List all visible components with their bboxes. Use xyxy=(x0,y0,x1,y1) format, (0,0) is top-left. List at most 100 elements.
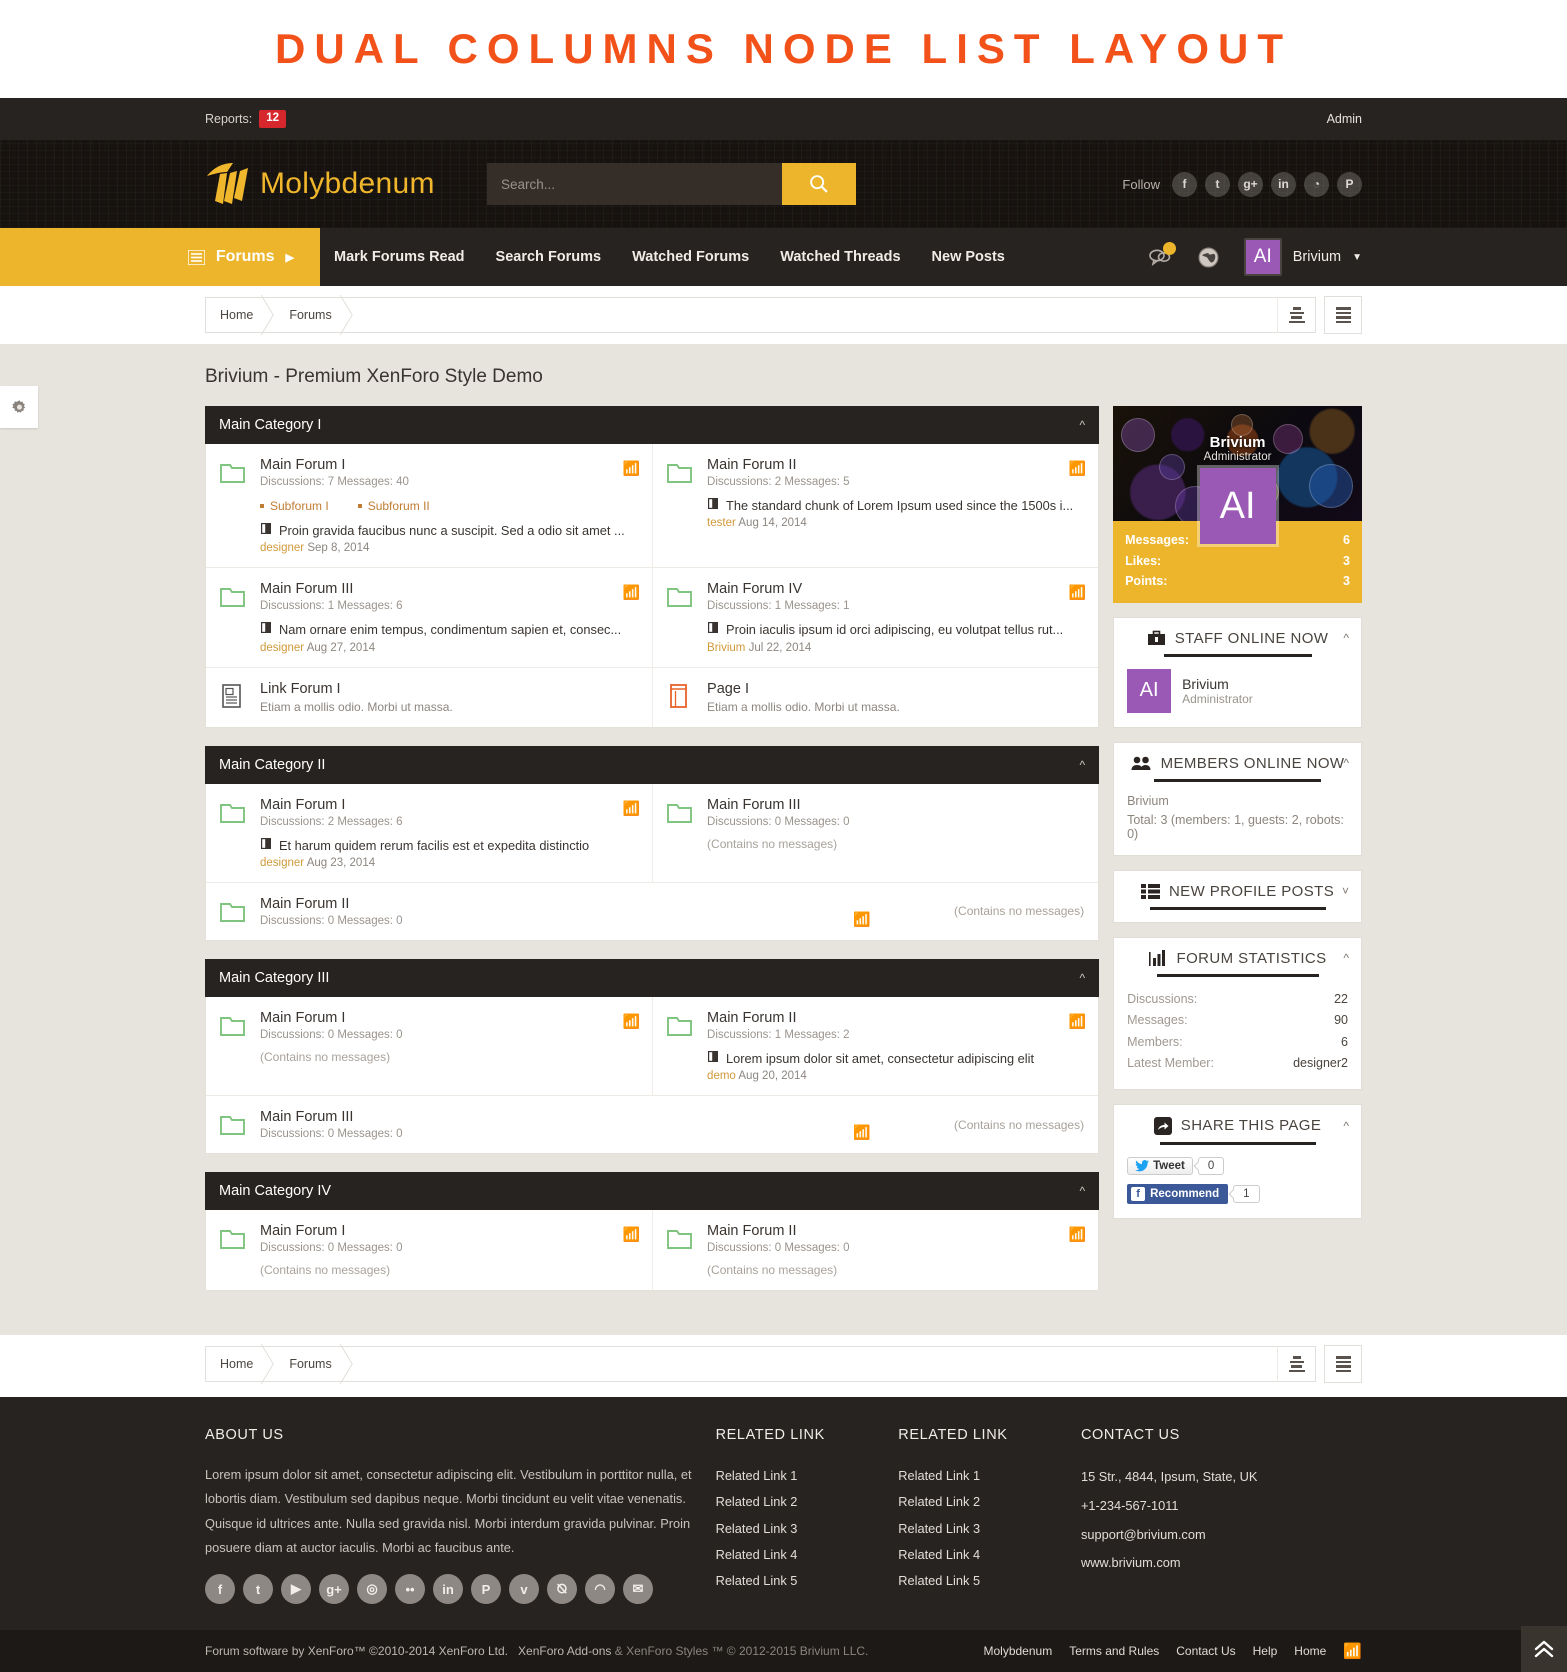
deviantart-icon[interactable]: ⦰ xyxy=(547,1574,577,1605)
conversations-button[interactable] xyxy=(1148,242,1176,270)
dribbble-icon[interactable]: ◔ xyxy=(1304,171,1329,197)
twitter-icon[interactable]: t xyxy=(1205,171,1230,197)
dribbble-icon[interactable]: ◎ xyxy=(357,1574,387,1605)
forum-title[interactable]: Main Forum I xyxy=(260,797,638,813)
linkedin-icon[interactable]: in xyxy=(1271,171,1296,197)
last-post-user[interactable]: Brivium xyxy=(707,642,745,654)
breadcrumb-item-home[interactable]: Home xyxy=(206,1347,275,1381)
nav-link-watched-threads[interactable]: Watched Threads xyxy=(780,249,900,265)
category-header[interactable]: Main Category II ^ xyxy=(205,745,1100,784)
chevron-up-icon[interactable]: ^ xyxy=(1343,756,1349,770)
vimeo-icon[interactable]: v xyxy=(509,1574,539,1605)
breadcrumb-item-forums[interactable]: Forums xyxy=(275,1347,353,1381)
statistic-value[interactable]: designer2 xyxy=(1293,1053,1348,1075)
chevron-up-icon[interactable]: ^ xyxy=(1343,951,1349,965)
style-settings-tab[interactable] xyxy=(0,386,38,428)
category-header[interactable]: Main Category I ^ xyxy=(205,406,1100,444)
category-header[interactable]: Main Category IV ^ xyxy=(205,1172,1100,1211)
flickr-icon[interactable]: •• xyxy=(395,1574,425,1605)
breadcrumb-menu-button[interactable] xyxy=(1324,296,1362,334)
forum-node[interactable]: Main Forum I Discussions: 0 Messages: 0 … xyxy=(206,1210,652,1290)
forum-title[interactable]: Main Forum II xyxy=(707,1223,1084,1239)
last-post-title[interactable]: Proin gravida faucibus nunc a suscipit. … xyxy=(279,522,625,539)
last-post-title[interactable]: Et harum quidem rerum facilis est et exp… xyxy=(279,837,589,854)
subforum-link[interactable]: Subforum II xyxy=(358,499,430,513)
footer-link-molybdenum[interactable]: Molybdenum xyxy=(984,1644,1053,1658)
footer-related-link[interactable]: Related Link 5 xyxy=(898,1568,1081,1594)
facebook-recommend-button[interactable]: f Recommend xyxy=(1127,1183,1229,1204)
subforum-link[interactable]: Subforum I xyxy=(260,499,329,513)
footer-related-link[interactable]: Related Link 4 xyxy=(716,1542,899,1568)
rss-icon[interactable]: 📶 xyxy=(853,911,870,928)
rss-icon[interactable]: 📶 xyxy=(623,800,640,817)
email-icon[interactable]: ✉ xyxy=(623,1574,653,1605)
last-post-user[interactable]: designer xyxy=(260,542,304,554)
forum-title[interactable]: Main Forum I xyxy=(260,1223,638,1239)
rss-icon[interactable]: 📶 xyxy=(853,1124,870,1141)
twitter-icon[interactable]: t xyxy=(243,1574,273,1605)
tweet-button[interactable]: Tweet xyxy=(1127,1156,1193,1175)
footer-related-link[interactable]: Related Link 5 xyxy=(716,1568,899,1594)
pinterest-icon[interactable]: P xyxy=(1337,171,1362,197)
site-logo[interactable]: Molybdenum xyxy=(205,162,485,206)
link-title[interactable]: Link Forum I xyxy=(260,681,638,697)
forum-node[interactable]: Main Forum III Discussions: 1 Messages: … xyxy=(206,568,652,666)
last-post-title[interactable]: Nam ornare enim tempus, condimentum sapi… xyxy=(279,621,621,638)
footer-contact-email[interactable]: support@brivium.com xyxy=(1081,1521,1362,1550)
rss-icon[interactable]: 📶 xyxy=(1069,460,1086,477)
chevron-up-icon[interactable]: ^ xyxy=(1343,631,1349,645)
search-button[interactable] xyxy=(782,163,856,205)
back-to-top-button[interactable] xyxy=(1521,1626,1567,1672)
forum-node[interactable]: Main Forum III Discussions: 0 Messages: … xyxy=(206,1096,1098,1153)
page-node[interactable]: Page I Etiam a mollis odio. Morbi ut mas… xyxy=(652,667,1098,727)
chevron-down-icon[interactable]: ˅ xyxy=(1342,884,1349,898)
nav-link-search-forums[interactable]: Search Forums xyxy=(496,249,602,265)
rss-icon[interactable]: 📶 xyxy=(623,460,640,477)
page-title-node[interactable]: Page I xyxy=(707,681,1084,697)
forum-node[interactable]: Main Forum II Discussions: 0 Messages: 0… xyxy=(652,1210,1098,1291)
copyright-addons-link[interactable]: XenForo Add-ons xyxy=(518,1644,611,1658)
footer-link-terms-and-rules[interactable]: Terms and Rules xyxy=(1069,1644,1159,1658)
nav-link-mark-forums-read[interactable]: Mark Forums Read xyxy=(334,249,465,265)
forum-node[interactable]: Main Forum II Discussions: 1 Messages: 2… xyxy=(652,996,1098,1096)
footer-contact-website[interactable]: www.brivium.com xyxy=(1081,1549,1362,1578)
search-input[interactable] xyxy=(487,163,782,205)
forum-node[interactable]: Main Forum IV Discussions: 1 Messages: 1… xyxy=(652,568,1098,667)
footer-related-link[interactable]: Related Link 3 xyxy=(716,1516,899,1542)
rss-icon[interactable]: 📶 xyxy=(1069,584,1086,601)
last-post-user[interactable]: demo xyxy=(707,1070,736,1082)
forum-title[interactable]: Main Forum II xyxy=(707,1010,1084,1026)
breadcrumb-jump-button[interactable] xyxy=(1277,1346,1315,1383)
chevron-up-icon[interactable]: ^ xyxy=(1079,971,1085,985)
facebook-icon[interactable]: f xyxy=(1172,171,1197,197)
online-member-name[interactable]: Brivium xyxy=(1127,794,1348,808)
link-node[interactable]: Link Forum I Etiam a mollis odio. Morbi … xyxy=(206,668,652,727)
chevron-up-icon[interactable]: ^ xyxy=(1079,1184,1085,1198)
last-post-title[interactable]: Lorem ipsum dolor sit amet, consectetur … xyxy=(726,1050,1034,1067)
breadcrumb-jump-button[interactable] xyxy=(1277,297,1315,333)
forum-title[interactable]: Main Forum III xyxy=(260,581,638,597)
chevron-up-icon[interactable]: ^ xyxy=(1343,1119,1349,1133)
footer-link-home[interactable]: Home xyxy=(1294,1644,1326,1658)
forum-node[interactable]: Main Forum I Discussions: 7 Messages: 40… xyxy=(206,444,652,567)
nav-link-watched-forums[interactable]: Watched Forums xyxy=(632,249,749,265)
forum-title[interactable]: Main Forum III xyxy=(707,797,1084,813)
last-post-user[interactable]: designer xyxy=(260,642,304,654)
youtube-icon[interactable]: ▶ xyxy=(281,1574,311,1605)
forum-title[interactable]: Main Forum II xyxy=(707,457,1084,473)
forum-node[interactable]: Main Forum I Discussions: 0 Messages: 0 … xyxy=(206,997,652,1095)
linkedin-icon[interactable]: in xyxy=(433,1574,463,1605)
rss-icon[interactable]: 📶 xyxy=(1069,1013,1086,1030)
forum-node[interactable]: Main Forum II Discussions: 2 Messages: 5… xyxy=(652,444,1098,568)
rss-icon[interactable]: ◠ xyxy=(585,1574,615,1605)
rss-icon[interactable]: 📶 xyxy=(1069,1226,1086,1243)
chevron-up-icon[interactable]: ^ xyxy=(1079,418,1085,432)
category-header[interactable]: Main Category III ^ xyxy=(205,958,1100,997)
rss-icon[interactable]: 📶 xyxy=(623,1013,640,1030)
forum-title[interactable]: Main Forum I xyxy=(260,1010,638,1026)
footer-related-link[interactable]: Related Link 3 xyxy=(898,1516,1081,1542)
staff-member[interactable]: AI Brivium Administrator xyxy=(1127,668,1348,713)
last-post-user[interactable]: designer xyxy=(260,857,304,869)
last-post-title[interactable]: The standard chunk of Lorem Ipsum used s… xyxy=(726,497,1073,514)
facebook-icon[interactable]: f xyxy=(205,1574,235,1605)
